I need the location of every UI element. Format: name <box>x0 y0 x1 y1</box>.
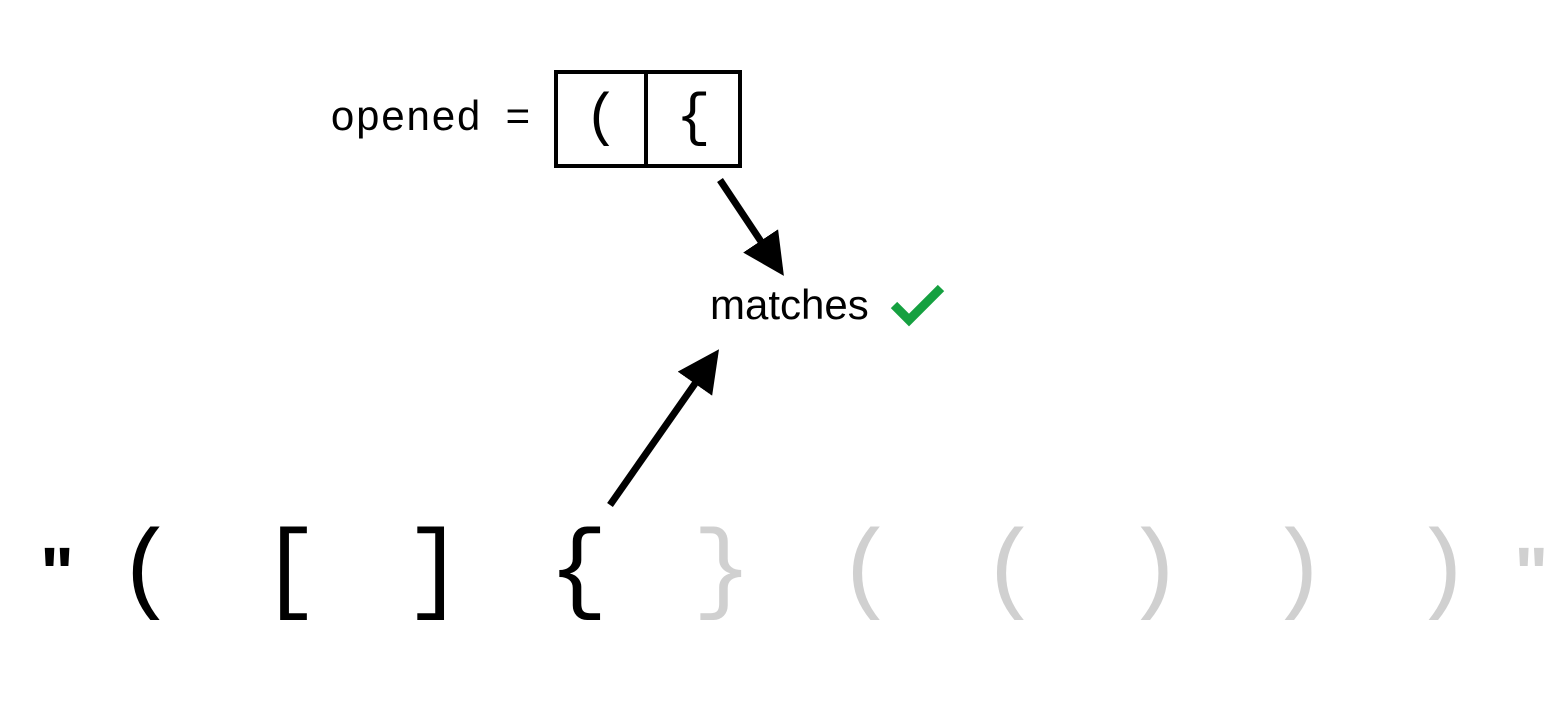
quote-right: " <box>1514 533 1548 615</box>
quote-left: " <box>40 533 74 615</box>
char-0: ( <box>116 524 176 624</box>
string-section: " ( [ ] { } ( ( ) ) ) " <box>40 524 1548 624</box>
opened-label: opened <box>330 95 481 143</box>
stack-container: ( { <box>554 70 742 168</box>
opened-section: opened = ( { <box>330 70 742 168</box>
arrow-top-down <box>700 170 820 290</box>
arrow-bottom-up <box>590 340 750 520</box>
char-1: [ <box>260 524 320 624</box>
char-4: } <box>692 524 752 624</box>
char-7: ) <box>1124 524 1184 624</box>
stack-cell-0: ( <box>558 74 648 164</box>
char-9: ) <box>1412 524 1472 624</box>
char-3: { <box>548 524 608 624</box>
char-2: ] <box>404 524 464 624</box>
char-5: ( <box>836 524 896 624</box>
stack-cell-1: { <box>648 74 738 164</box>
matches-section: matches <box>710 280 949 330</box>
char-8: ) <box>1268 524 1328 624</box>
char-6: ( <box>980 524 1040 624</box>
equals-sign: = <box>505 95 530 143</box>
matches-label: matches <box>710 281 869 329</box>
checkmark-icon <box>889 280 949 330</box>
